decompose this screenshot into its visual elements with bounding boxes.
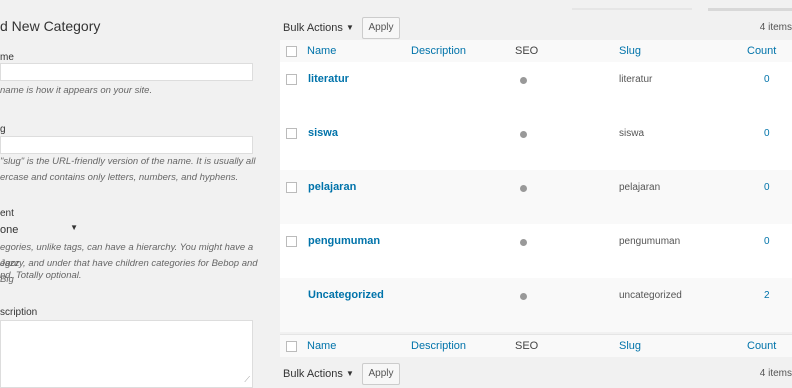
category-slug: uncategorized	[619, 290, 682, 301]
category-name-link[interactable]: Uncategorized	[308, 289, 384, 301]
dot-icon	[520, 293, 527, 300]
resize-handle-icon[interactable]: ⟋	[244, 375, 250, 385]
category-name-link[interactable]: pengumuman	[308, 235, 380, 247]
table-row: siswa siswa 0	[280, 116, 792, 170]
bulk-actions-label: Bulk Actions	[283, 22, 343, 34]
slug-help-line-1: "slug" is the URL-friendly version of th…	[0, 156, 256, 167]
category-count-link[interactable]: 2	[764, 290, 770, 301]
category-slug: siswa	[619, 128, 645, 139]
category-count-link[interactable]: 0	[764, 182, 770, 193]
column-footer-count[interactable]: Count	[747, 340, 776, 352]
category-slug: pelajaran	[619, 182, 661, 193]
slug-help-line-2: ercase and contains only letters, number…	[0, 172, 239, 183]
category-name-link[interactable]: siswa	[308, 127, 338, 139]
description-label: scription	[0, 307, 38, 318]
column-header-count[interactable]: Count	[747, 45, 776, 57]
caret-down-icon: ▼	[70, 223, 78, 232]
column-footer-seo: SEO	[515, 340, 539, 352]
name-label: me	[0, 52, 14, 63]
table-footer: Name Description SEO Slug Count	[280, 334, 792, 357]
caret-down-icon: ▼	[346, 369, 354, 378]
category-slug: literatur	[619, 74, 653, 85]
select-all-checkbox[interactable]	[286, 46, 297, 57]
table-row: literatur literatur 0	[280, 62, 792, 116]
items-count-bottom: 4 items	[759, 368, 792, 379]
row-checkbox[interactable]	[286, 236, 297, 247]
column-footer-slug[interactable]: Slug	[619, 340, 641, 352]
name-help-text: name is how it appears on your site.	[0, 85, 153, 96]
slug-label: g	[0, 124, 6, 135]
apply-button-bottom[interactable]: Apply	[362, 363, 400, 385]
parent-help-line-3: nd. Totally optional.	[0, 270, 82, 281]
row-checkbox[interactable]	[286, 182, 297, 193]
category-slug-input[interactable]	[0, 136, 253, 154]
category-count-link[interactable]: 0	[764, 236, 770, 247]
select-all-checkbox-bottom[interactable]	[286, 341, 297, 352]
dot-icon	[520, 185, 527, 192]
row-checkbox[interactable]	[286, 128, 297, 139]
category-name-link[interactable]: literatur	[308, 73, 349, 85]
add-category-panel: d New Category me name is how it appears…	[0, 0, 268, 388]
category-slug: pengumuman	[619, 236, 681, 247]
column-footer-name[interactable]: Name	[307, 340, 336, 352]
category-count-link[interactable]: 0	[764, 74, 770, 85]
dot-icon	[520, 77, 527, 84]
parent-select[interactable]: one ▼	[0, 222, 82, 240]
column-header-seo: SEO	[515, 45, 539, 57]
dot-icon	[520, 239, 527, 246]
parent-select-value: one	[0, 224, 19, 236]
table-row: Uncategorized uncategorized 2	[280, 278, 792, 332]
bulk-actions-select-bottom[interactable]: Bulk Actions ▼	[280, 363, 357, 385]
column-footer-description[interactable]: Description	[411, 340, 466, 352]
dot-icon	[520, 131, 527, 138]
column-header-name[interactable]: Name	[307, 45, 336, 57]
categories-table: Name Description SEO Slug Count literatu…	[280, 40, 792, 358]
category-count-link[interactable]: 0	[764, 128, 770, 139]
bulk-actions-label: Bulk Actions	[283, 368, 343, 380]
parent-label: ent	[0, 208, 14, 219]
caret-down-icon: ▼	[346, 23, 354, 32]
category-name-link[interactable]: pelajaran	[308, 181, 356, 193]
table-row: pelajaran pelajaran 0	[280, 170, 792, 224]
items-count-top: 4 items	[759, 22, 792, 33]
category-description-textarea[interactable]: ⟋	[0, 320, 253, 388]
category-name-input[interactable]	[0, 63, 253, 81]
column-header-description[interactable]: Description	[411, 45, 466, 57]
bulk-actions-select-top[interactable]: Bulk Actions ▼	[280, 17, 357, 39]
categories-list: Bulk Actions ▼ Apply 4 items Name Descri…	[280, 0, 792, 388]
table-row: pengumuman pengumuman 0	[280, 224, 792, 278]
apply-button-top[interactable]: Apply	[362, 17, 400, 39]
column-header-slug[interactable]: Slug	[619, 45, 641, 57]
add-category-title: d New Category	[0, 18, 101, 34]
table-header: Name Description SEO Slug Count	[280, 40, 792, 63]
row-checkbox[interactable]	[286, 74, 297, 85]
